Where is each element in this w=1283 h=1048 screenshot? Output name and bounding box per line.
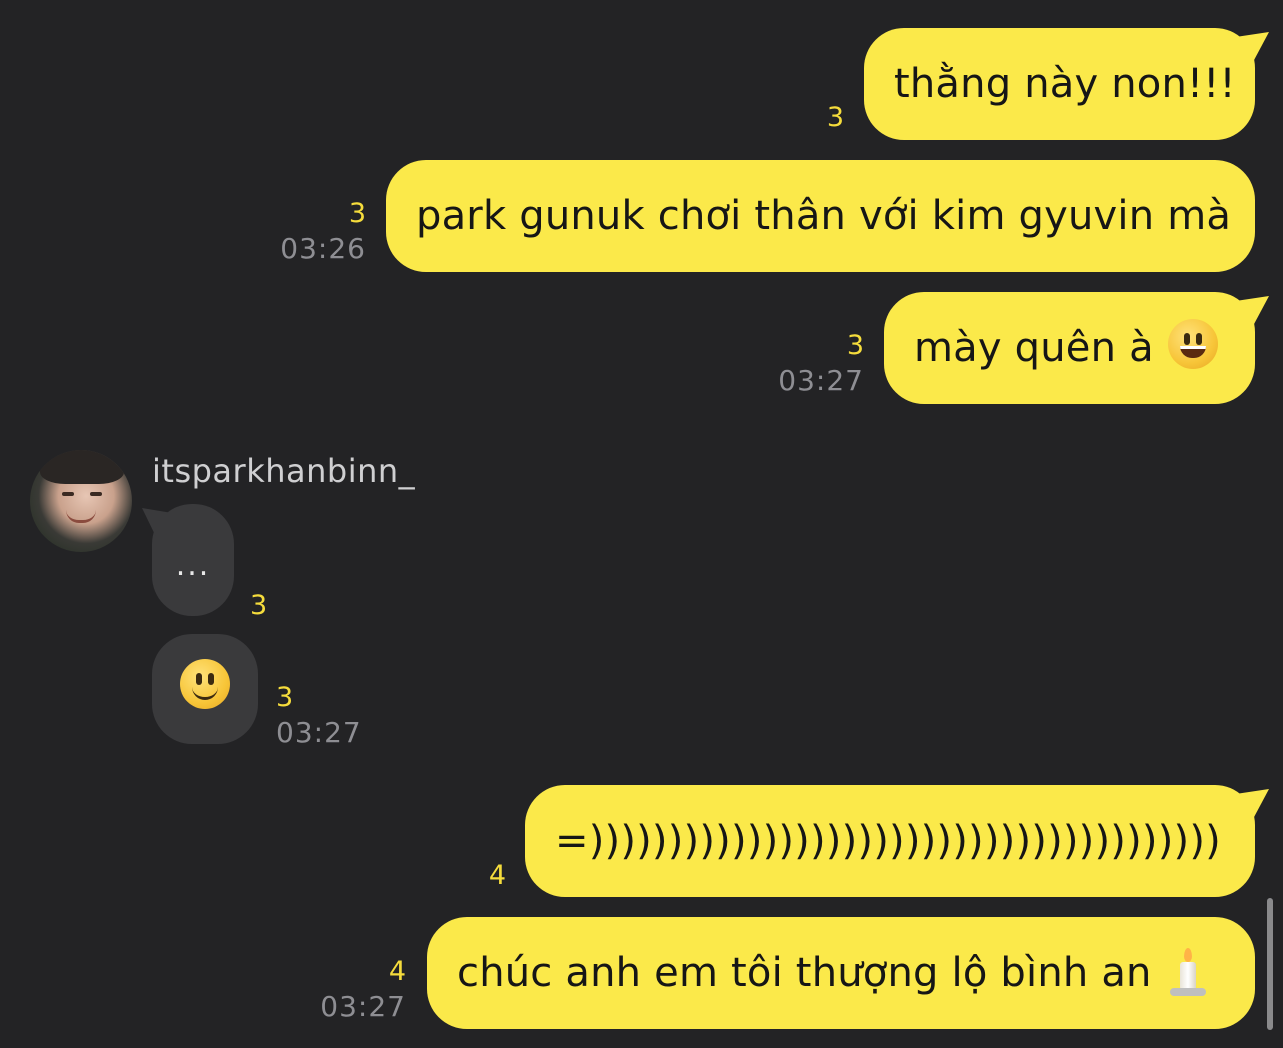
message-time: 03:26 (280, 232, 366, 265)
slightly-smiling-face-icon (180, 659, 230, 719)
scrollbar[interactable] (1267, 898, 1273, 1030)
incoming-message-2[interactable] (152, 634, 258, 744)
message-text: =)))))))))))))))))))))))))))))))))))))))… (555, 818, 1221, 864)
unread-count: 3 (250, 590, 268, 621)
message-text: park gunuk chơi thân với kim gyuvin mà (416, 193, 1232, 239)
message-time: 03:27 (778, 364, 864, 397)
candle-icon (1166, 948, 1210, 998)
grinning-face-icon (1167, 319, 1218, 377)
message-text: thằng này non!!! (894, 61, 1236, 107)
unread-count: 3 (276, 682, 294, 713)
outgoing-message-3[interactable]: mày quên à (884, 292, 1255, 404)
unread-count: 3 (348, 198, 366, 229)
message-time: 03:27 (320, 990, 406, 1023)
outgoing-message-4[interactable]: =)))))))))))))))))))))))))))))))))))))))… (525, 785, 1255, 897)
unread-count: 4 (388, 956, 406, 987)
message-text: mày quên à (914, 325, 1154, 371)
message-time: 03:27 (276, 716, 362, 749)
outgoing-message-1[interactable]: thằng này non!!! (864, 28, 1255, 140)
unread-count: 3 (826, 102, 844, 133)
message-text: ... (175, 547, 211, 583)
unread-count: 4 (488, 860, 506, 891)
incoming-message-1[interactable]: ... (152, 504, 234, 616)
message-text: chúc anh em tôi thượng lộ bình an (457, 950, 1152, 996)
sender-username[interactable]: itsparkhanbinn_ (152, 452, 415, 490)
avatar[interactable] (30, 450, 132, 552)
outgoing-message-5[interactable]: chúc anh em tôi thượng lộ bình an (427, 917, 1255, 1029)
outgoing-message-2[interactable]: park gunuk chơi thân với kim gyuvin mà (386, 160, 1255, 272)
unread-count: 3 (846, 330, 864, 361)
